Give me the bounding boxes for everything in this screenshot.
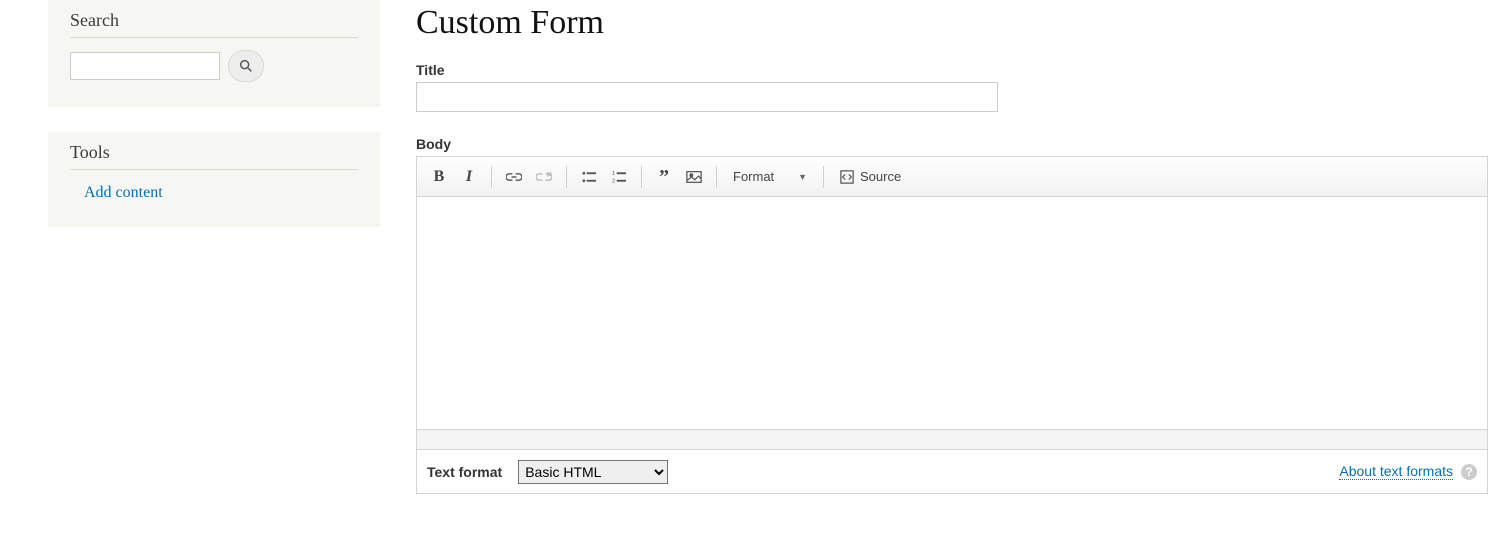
toolbar-separator xyxy=(566,166,567,188)
image-icon xyxy=(686,170,702,184)
toolbar-separator xyxy=(823,166,824,188)
text-format-label: Text format xyxy=(427,464,502,480)
sidebar: Search Tools Add content xyxy=(0,0,380,252)
title-label: Title xyxy=(416,62,1488,78)
italic-icon: I xyxy=(466,168,472,186)
svg-text:2: 2 xyxy=(612,178,615,183)
blockquote-button[interactable]: ” xyxy=(650,163,678,191)
body-editor: B I xyxy=(416,156,1488,450)
search-row xyxy=(70,50,358,82)
image-button[interactable] xyxy=(680,163,708,191)
link-icon xyxy=(506,172,522,182)
editor-resize-handle[interactable] xyxy=(417,429,1487,449)
tools-block: Tools Add content xyxy=(48,132,380,227)
toolbar-separator xyxy=(491,166,492,188)
page-title: Custom Form xyxy=(416,4,1488,42)
source-button[interactable]: Source xyxy=(832,163,909,191)
bold-button[interactable]: B xyxy=(425,163,453,191)
main-content: Custom Form Title Body B I xyxy=(380,0,1500,494)
svg-text:1: 1 xyxy=(612,171,615,177)
bold-icon: B xyxy=(434,168,445,186)
search-block-title: Search xyxy=(70,10,358,38)
bullet-list-icon xyxy=(582,170,597,184)
body-label: Body xyxy=(416,136,1488,152)
body-content-area[interactable] xyxy=(417,197,1487,429)
numbered-list-button[interactable]: 12 xyxy=(605,163,633,191)
title-input[interactable] xyxy=(416,82,998,112)
text-format-select[interactable]: Basic HTML xyxy=(518,460,668,484)
format-dropdown-label: Format xyxy=(733,169,774,184)
add-content-link[interactable]: Add content xyxy=(84,184,163,202)
italic-button[interactable]: I xyxy=(455,163,483,191)
unlink-button xyxy=(530,163,558,191)
blockquote-icon: ” xyxy=(659,172,669,182)
numbered-list-icon: 12 xyxy=(612,170,627,184)
chevron-down-icon: ▼ xyxy=(798,172,807,182)
link-button[interactable] xyxy=(500,163,528,191)
search-button[interactable] xyxy=(228,50,264,82)
text-format-bar: Text format Basic HTML About text format… xyxy=(416,450,1488,494)
search-icon xyxy=(238,58,254,74)
editor-toolbar: B I xyxy=(417,157,1487,197)
unlink-icon xyxy=(536,171,552,183)
about-text-formats-link[interactable]: About text formats xyxy=(1339,463,1453,480)
paragraph-format-dropdown[interactable]: Format ▼ xyxy=(725,163,815,191)
source-icon xyxy=(840,170,854,184)
bullet-list-button[interactable] xyxy=(575,163,603,191)
source-label: Source xyxy=(860,169,901,184)
tools-block-title: Tools xyxy=(70,142,358,170)
search-input[interactable] xyxy=(70,52,220,80)
help-icon[interactable]: ? xyxy=(1461,464,1477,480)
toolbar-separator xyxy=(641,166,642,188)
search-block: Search xyxy=(48,0,380,107)
toolbar-separator xyxy=(716,166,717,188)
